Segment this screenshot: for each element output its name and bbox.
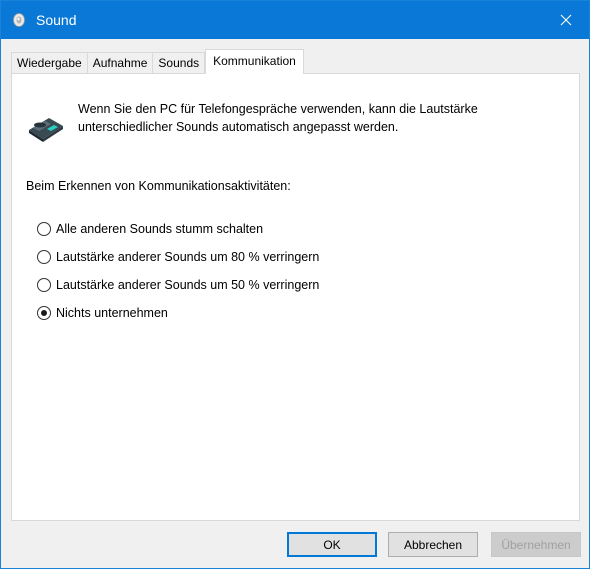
speaker-icon <box>13 13 25 27</box>
option-mute-all[interactable]: Alle anderen Sounds stumm schalten <box>37 220 263 238</box>
radio-label: Lautstärke anderer Sounds um 80 % verrin… <box>56 250 320 264</box>
radio-button-checked[interactable] <box>37 306 51 320</box>
description: Wenn Sie den PC für Telefongespräche ver… <box>78 100 558 136</box>
tab-kommunikation[interactable]: Kommunikation <box>205 49 304 74</box>
radio-label: Nichts unternehmen <box>56 306 168 320</box>
option-reduce-80[interactable]: Lautstärke anderer Sounds um 80 % verrin… <box>37 248 319 266</box>
ok-button[interactable]: OK <box>287 532 377 557</box>
section-label: Beim Erkennen von Kommunikationsaktivitä… <box>26 179 291 193</box>
option-do-nothing[interactable]: Nichts unternehmen <box>37 304 168 322</box>
kommunikation-panel: Wenn Sie den PC für Telefongespräche ver… <box>11 73 580 521</box>
sound-dialog: Sound Wiedergabe Aufnahme Sounds Kommuni… <box>0 0 590 569</box>
option-reduce-50[interactable]: Lautstärke anderer Sounds um 50 % verrin… <box>37 276 319 294</box>
window-title: Sound <box>36 12 77 28</box>
cancel-button[interactable]: Abbrechen <box>388 532 478 557</box>
radio-label: Alle anderen Sounds stumm schalten <box>56 222 264 236</box>
apply-button[interactable]: Übernehmen <box>491 532 581 557</box>
close-button[interactable] <box>543 1 589 39</box>
radio-label: Lautstärke anderer Sounds um 50 % verrin… <box>56 278 320 292</box>
tab-wiedergabe[interactable]: Wiedergabe <box>11 52 88 74</box>
description-line-1: Wenn Sie den PC für Telefongespräche ver… <box>78 102 478 116</box>
description-line-2: unterschiedlicher Sounds automatisch ang… <box>78 120 399 134</box>
tab-sounds[interactable]: Sounds <box>152 52 206 74</box>
tab-strip: Wiedergabe Aufnahme Sounds Kommunikation <box>11 49 304 74</box>
close-icon <box>560 14 572 26</box>
title-bar[interactable]: Sound <box>1 1 589 39</box>
tab-aufnahme[interactable]: Aufnahme <box>86 52 154 74</box>
radio-button[interactable] <box>37 250 51 264</box>
telephone-icon <box>29 118 63 142</box>
radio-button[interactable] <box>37 278 51 292</box>
radio-button[interactable] <box>37 222 51 236</box>
